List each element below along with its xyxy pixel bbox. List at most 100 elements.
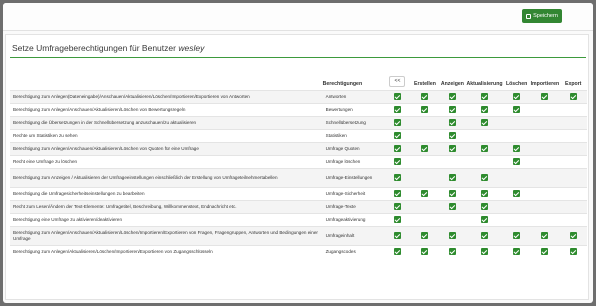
update-checkbox[interactable] [481, 106, 489, 113]
perm-cell-export [559, 186, 587, 200]
perm-cell-export [559, 115, 587, 129]
update-checkbox[interactable] [481, 145, 489, 152]
row-all-checkbox[interactable] [393, 106, 401, 113]
create-checkbox[interactable] [421, 145, 429, 152]
row-all-cell [383, 141, 412, 155]
read-checkbox[interactable] [448, 174, 456, 181]
create-checkbox[interactable] [421, 232, 429, 239]
permissions-table: Berechtigungen << Erstellen Anzeigen Akt… [10, 75, 587, 258]
read-checkbox[interactable] [448, 232, 456, 239]
update-checkbox[interactable] [481, 174, 489, 181]
col-toggle-all: << [384, 75, 411, 90]
update-checkbox[interactable] [481, 93, 489, 100]
export-checkbox[interactable] [569, 93, 577, 100]
perm-cell-export [559, 225, 587, 245]
perm-cell-export [559, 89, 587, 103]
row-all-checkbox[interactable] [393, 216, 401, 223]
col-import: Importieren [530, 80, 560, 87]
perm-cell-update [466, 225, 503, 245]
perm-cell-create [411, 167, 439, 187]
perm-cell-import [530, 102, 560, 116]
table-row: Recht eine Umfrage zu löschen Umfrage lös… [10, 154, 587, 168]
save-button[interactable]: Speichern [522, 9, 562, 23]
update-checkbox[interactable] [481, 203, 489, 210]
perm-cell-create [411, 89, 439, 103]
row-all-cell [383, 154, 412, 168]
read-checkbox[interactable] [448, 145, 456, 152]
perm-cell-read [438, 225, 467, 245]
read-checkbox[interactable] [448, 203, 456, 210]
perm-cell-delete [502, 212, 531, 226]
update-checkbox[interactable] [481, 232, 489, 239]
perm-cell-delete [502, 154, 531, 168]
read-checkbox[interactable] [448, 106, 456, 113]
perm-cell-read [438, 244, 467, 258]
permission-area: Umfrage löschen [322, 154, 384, 168]
row-all-checkbox[interactable] [393, 232, 401, 239]
perm-cell-delete [502, 115, 531, 129]
perm-cell-read [438, 154, 467, 168]
delete-checkbox[interactable] [513, 248, 521, 256]
read-checkbox[interactable] [448, 93, 456, 100]
delete-checkbox[interactable] [513, 158, 521, 165]
table-row: Berechtigung zum Anlegen/Aktualisieren/L… [10, 244, 587, 258]
delete-checkbox[interactable] [513, 93, 521, 100]
read-checkbox[interactable] [448, 119, 456, 126]
title-divider [10, 57, 586, 58]
perm-cell-export [559, 167, 587, 187]
perm-cell-delete [502, 244, 531, 258]
row-all-checkbox[interactable] [393, 174, 401, 181]
row-all-checkbox[interactable] [393, 203, 401, 210]
perm-cell-export [559, 102, 587, 116]
perm-cell-import [530, 115, 560, 129]
permission-area: Umfrage-Sicherheit [322, 186, 384, 200]
row-all-checkbox[interactable] [393, 132, 401, 139]
row-all-checkbox[interactable] [393, 248, 401, 256]
read-checkbox[interactable] [448, 132, 456, 139]
table-row: Berechtigung die Übersetzungen in der Sc… [10, 115, 587, 129]
permission-description: Berechtigung die Umfragesicherheitseinst… [10, 186, 323, 200]
read-checkbox[interactable] [448, 190, 456, 197]
perm-cell-update [466, 115, 503, 129]
create-checkbox[interactable] [421, 248, 429, 256]
col-export: Export [564, 80, 582, 87]
top-toolbar: Speichern [3, 3, 593, 31]
delete-checkbox[interactable] [513, 190, 521, 197]
update-checkbox[interactable] [481, 190, 489, 197]
toggle-all-button[interactable]: << [389, 75, 406, 87]
permission-description: Berechtigung eine Umfrage zu aktivieren/… [10, 212, 323, 226]
perm-cell-export [559, 128, 587, 142]
permission-area: Statistiken [322, 128, 384, 142]
export-checkbox[interactable] [569, 232, 577, 239]
row-all-checkbox[interactable] [393, 119, 401, 126]
perm-cell-read [438, 199, 467, 213]
delete-checkbox[interactable] [513, 232, 521, 239]
permission-description: Rechte um Statistiken zu sehen [10, 128, 323, 142]
perm-cell-update [466, 244, 503, 258]
update-checkbox[interactable] [481, 248, 489, 256]
import-checkbox[interactable] [541, 248, 549, 256]
create-checkbox[interactable] [421, 93, 429, 100]
row-all-checkbox[interactable] [393, 158, 401, 165]
import-checkbox[interactable] [541, 93, 549, 100]
export-checkbox[interactable] [569, 248, 577, 256]
update-checkbox[interactable] [481, 119, 489, 126]
update-checkbox[interactable] [481, 216, 489, 223]
row-all-checkbox[interactable] [393, 93, 401, 100]
perm-cell-delete [502, 225, 531, 245]
perm-cell-create [411, 212, 439, 226]
row-all-cell [383, 89, 412, 103]
perm-cell-create [411, 199, 439, 213]
row-all-checkbox[interactable] [393, 145, 401, 152]
create-checkbox[interactable] [421, 106, 429, 113]
import-checkbox[interactable] [541, 232, 549, 239]
row-all-checkbox[interactable] [393, 190, 401, 197]
delete-checkbox[interactable] [513, 145, 521, 152]
perm-cell-create [411, 244, 439, 258]
create-checkbox[interactable] [421, 190, 429, 197]
table-row: Berechtigung zum Anlegen/Anschauen/Aktua… [10, 225, 587, 245]
read-checkbox[interactable] [448, 248, 456, 256]
perm-cell-import [530, 128, 560, 142]
delete-checkbox[interactable] [513, 106, 521, 113]
permissions-panel: Setze Umfrageberechtigungen für Benutzer… [5, 34, 589, 300]
